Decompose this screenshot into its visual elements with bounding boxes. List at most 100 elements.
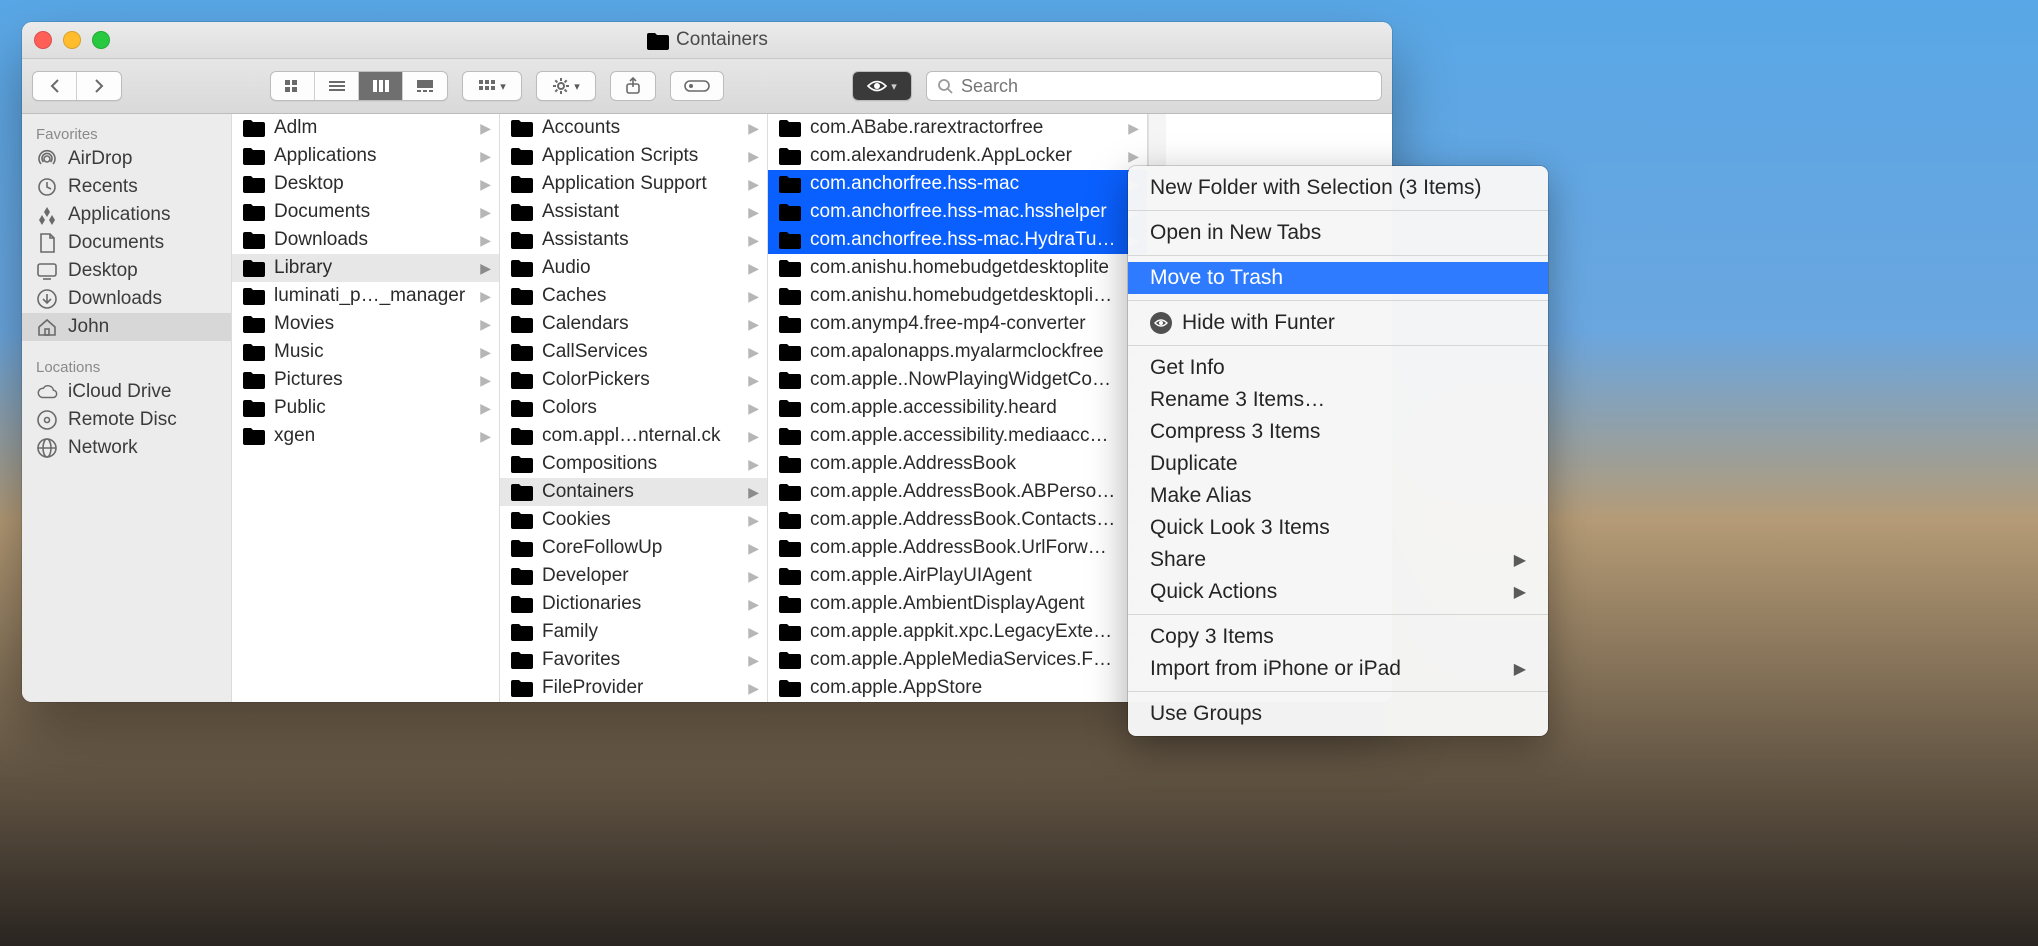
folder-row[interactable]: com.apple.AppStore▶	[768, 674, 1147, 702]
folder-row[interactable]: Audio▶	[500, 254, 767, 282]
folder-row[interactable]: FileProvider▶	[500, 674, 767, 702]
dropbox-button[interactable]: ▾	[853, 72, 911, 100]
folder-row[interactable]: com.anchorfree.hss-mac.hsshelper▶	[768, 198, 1147, 226]
folder-row[interactable]: com.apple.AirPlayUIAgent▶	[768, 562, 1147, 590]
folder-row[interactable]: Movies▶	[232, 310, 499, 338]
arrange-button[interactable]: ▾	[463, 72, 521, 100]
sidebar-item-applications[interactable]: Applications	[22, 201, 231, 229]
context-menu-item[interactable]: Rename 3 Items…	[1128, 384, 1548, 416]
folder-row[interactable]: com.anishu.homebudgetdesktoplite.js▶	[768, 282, 1147, 310]
folder-row[interactable]: com.apple.AddressBook.UrlForwarder▶	[768, 534, 1147, 562]
folder-row[interactable]: Public▶	[232, 394, 499, 422]
column-view-button[interactable]	[359, 72, 403, 100]
context-menu-item[interactable]: New Folder with Selection (3 Items)	[1128, 172, 1548, 204]
folder-icon	[778, 594, 802, 614]
folder-row[interactable]: com.apalonapps.myalarmclockfree▶	[768, 338, 1147, 366]
folder-row[interactable]: Colors▶	[500, 394, 767, 422]
context-menu-item[interactable]: Open in New Tabs	[1128, 217, 1548, 249]
folder-row[interactable]: com.apple.AddressBook.ABPersonView▶	[768, 478, 1147, 506]
search-field[interactable]	[926, 71, 1382, 101]
folder-icon	[778, 146, 802, 166]
folder-row[interactable]: com.alexandrudenk.AppLocker▶	[768, 142, 1147, 170]
folder-row[interactable]: com.anishu.homebudgetdesktoplite▶	[768, 254, 1147, 282]
gallery-view-button[interactable]	[403, 72, 447, 100]
folder-row[interactable]: CoreFollowUp▶	[500, 534, 767, 562]
folder-row[interactable]: com.ABabe.rarextractorfree▶	[768, 114, 1147, 142]
sidebar-item-recents[interactable]: Recents	[22, 173, 231, 201]
zoom-button[interactable]	[92, 31, 110, 49]
folder-row[interactable]: luminati_p…_manager▶	[232, 282, 499, 310]
sidebar-item-john[interactable]: John	[22, 313, 231, 341]
folder-row[interactable]: ColorPickers▶	[500, 366, 767, 394]
context-menu-item[interactable]: Hide with Funter	[1128, 307, 1548, 339]
folder-row[interactable]: Family▶	[500, 618, 767, 646]
action-button[interactable]: ▾	[537, 72, 595, 100]
folder-row[interactable]: Accounts▶	[500, 114, 767, 142]
sidebar-item-documents[interactable]: Documents	[22, 229, 231, 257]
sidebar-item-airdrop[interactable]: AirDrop	[22, 145, 231, 173]
folder-row[interactable]: Containers▶	[500, 478, 767, 506]
sidebar-item-desktop[interactable]: Desktop	[22, 257, 231, 285]
context-menu-item[interactable]: Make Alias	[1128, 480, 1548, 512]
folder-row[interactable]: Dictionaries▶	[500, 590, 767, 618]
folder-icon	[510, 594, 534, 614]
folder-row[interactable]: com.anchorfree.hss-mac▶	[768, 170, 1147, 198]
folder-row[interactable]: Downloads▶	[232, 226, 499, 254]
folder-row[interactable]: Assistant▶	[500, 198, 767, 226]
minimize-button[interactable]	[63, 31, 81, 49]
close-button[interactable]	[34, 31, 52, 49]
folder-row[interactable]: com.appl…nternal.ck▶	[500, 422, 767, 450]
folder-row[interactable]: com.apple.AmbientDisplayAgent▶	[768, 590, 1147, 618]
folder-row[interactable]: Calendars▶	[500, 310, 767, 338]
context-menu-item[interactable]: Import from iPhone or iPad▶	[1128, 653, 1548, 685]
context-menu-item[interactable]: Move to Trash	[1128, 262, 1548, 294]
folder-name: Movies	[274, 313, 468, 335]
folder-row[interactable]: Developer▶	[500, 562, 767, 590]
context-menu-item[interactable]: Duplicate	[1128, 448, 1548, 480]
folder-row[interactable]: xgen▶	[232, 422, 499, 450]
search-input[interactable]	[961, 76, 1371, 97]
folder-row[interactable]: Applications▶	[232, 142, 499, 170]
folder-row[interactable]: com.apple.AddressBook▶	[768, 450, 1147, 478]
folder-row[interactable]: com.apple.accessibility.mediaaccessi▶	[768, 422, 1147, 450]
folder-row[interactable]: com.apple.accessibility.heard▶	[768, 394, 1147, 422]
folder-row[interactable]: Adlm▶	[232, 114, 499, 142]
context-menu-item[interactable]: Copy 3 Items	[1128, 621, 1548, 653]
folder-row[interactable]: Pictures▶	[232, 366, 499, 394]
share-button[interactable]	[610, 71, 656, 101]
folder-row[interactable]: com.apple.AddressBook.ContactsAcco▶	[768, 506, 1147, 534]
folder-row[interactable]: Documents▶	[232, 198, 499, 226]
folder-row[interactable]: Application Support▶	[500, 170, 767, 198]
folder-row[interactable]: Compositions▶	[500, 450, 767, 478]
folder-row[interactable]: Application Scripts▶	[500, 142, 767, 170]
context-menu-item[interactable]: Use Groups	[1128, 698, 1548, 730]
forward-button[interactable]	[77, 72, 121, 100]
back-button[interactable]	[33, 72, 77, 100]
folder-row[interactable]: Favorites▶	[500, 646, 767, 674]
sidebar-item-network[interactable]: Network	[22, 434, 231, 462]
folder-row[interactable]: Desktop▶	[232, 170, 499, 198]
context-menu-item[interactable]: Compress 3 Items	[1128, 416, 1548, 448]
folder-row[interactable]: Assistants▶	[500, 226, 767, 254]
list-view-button[interactable]	[315, 72, 359, 100]
folder-row[interactable]: com.apple..NowPlayingWidgetContain▶	[768, 366, 1147, 394]
folder-row[interactable]: Cookies▶	[500, 506, 767, 534]
chevron-right-icon: ▶	[480, 372, 491, 389]
folder-row[interactable]: CallServices▶	[500, 338, 767, 366]
folder-row[interactable]: Caches▶	[500, 282, 767, 310]
folder-row[interactable]: com.anymp4.free-mp4-converter▶	[768, 310, 1147, 338]
context-menu-item[interactable]: Get Info	[1128, 352, 1548, 384]
context-menu-item[interactable]: Quick Actions▶	[1128, 576, 1548, 608]
folder-row[interactable]: com.apple.appkit.xpc.LegacyExternalC▶	[768, 618, 1147, 646]
sidebar-item-remote-disc[interactable]: Remote Disc	[22, 406, 231, 434]
tags-button[interactable]	[670, 71, 724, 101]
sidebar-item-downloads[interactable]: Downloads	[22, 285, 231, 313]
folder-row[interactable]: com.apple.AppleMediaServices.Follow▶	[768, 646, 1147, 674]
context-menu-item[interactable]: Quick Look 3 Items	[1128, 512, 1548, 544]
icon-view-button[interactable]	[271, 72, 315, 100]
folder-row[interactable]: com.anchorfree.hss-mac.HydraTunnel▶	[768, 226, 1147, 254]
context-menu-item[interactable]: Share▶	[1128, 544, 1548, 576]
folder-row[interactable]: Music▶	[232, 338, 499, 366]
folder-row[interactable]: Library▶	[232, 254, 499, 282]
sidebar-item-icloud-drive[interactable]: iCloud Drive	[22, 378, 231, 406]
